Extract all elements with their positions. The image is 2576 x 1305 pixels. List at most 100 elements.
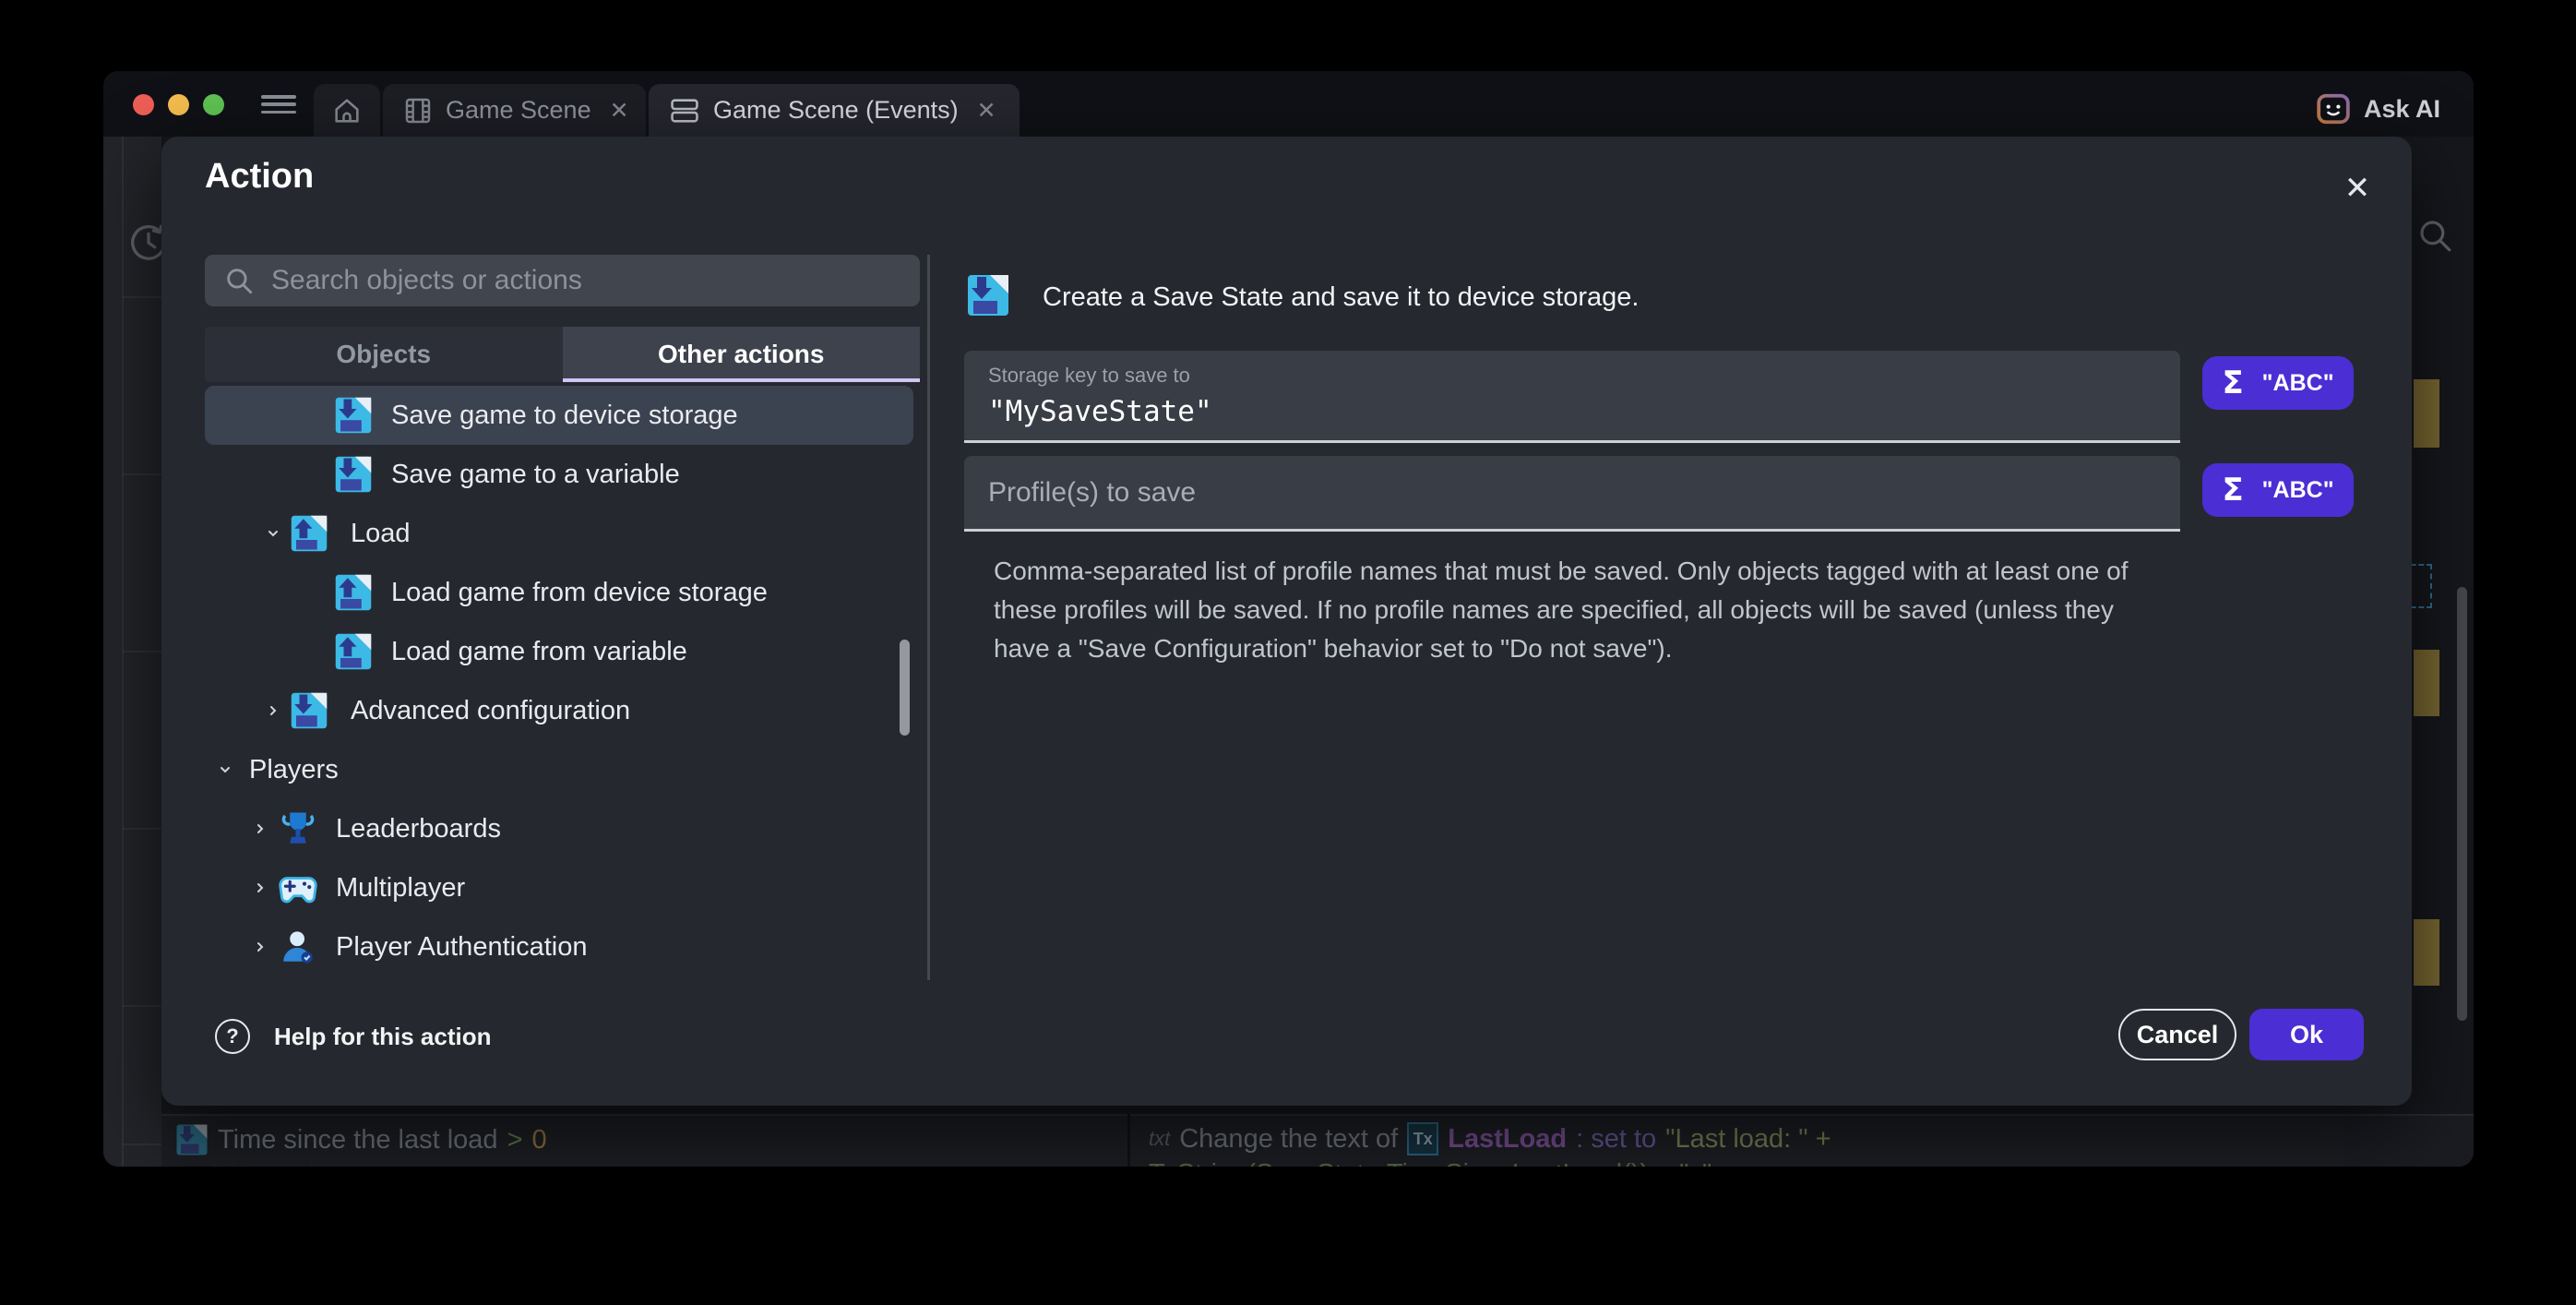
search-icon: [223, 265, 255, 296]
field-label: Storage key to save to: [988, 364, 2180, 388]
save-icon: [175, 1122, 209, 1157]
tree-item-save-game-to-device-storage[interactable]: Save game to device storage: [205, 386, 913, 445]
tree-item-load-game-from-device-storage[interactable]: Load game from device storage: [205, 563, 913, 622]
tree-scrollbar-thumb[interactable]: [900, 640, 910, 736]
condition-value: 0: [532, 1125, 547, 1155]
tree-item-load-game-from-variable[interactable]: Load game from variable: [205, 622, 913, 681]
load-icon: [334, 572, 373, 613]
abc-label: "ABC": [2262, 477, 2334, 504]
dialog-tab-bar: Objects Other actions: [205, 327, 920, 382]
search-placeholder: Search objects or actions: [271, 265, 582, 296]
tree-item-label: Save game to a variable: [391, 460, 680, 490]
tab-other-actions[interactable]: Other actions: [563, 327, 921, 382]
hamburger-menu-icon[interactable]: [261, 95, 296, 114]
tab-label: Game Scene (Events): [713, 96, 959, 125]
field-value: "MySaveState": [988, 395, 2180, 428]
active-tab-underline: [563, 378, 921, 382]
tab-label: Game Scene: [446, 96, 591, 125]
macos-minimize-button[interactable]: [168, 94, 189, 115]
load-icon: [290, 513, 328, 554]
window-tab-bar: Game Scene ✕ Game Scene (Events) ✕: [103, 71, 2474, 137]
ask-ai-button[interactable]: Ask AI: [2316, 91, 2440, 126]
profiles-field[interactable]: Profile(s) to save: [964, 456, 2180, 532]
chevron-right-icon[interactable]: [264, 703, 282, 718]
event-marker: [2414, 650, 2439, 716]
close-tab-icon[interactable]: ✕: [610, 97, 629, 125]
condition-text: Time since the last load: [218, 1125, 498, 1155]
cancel-button[interactable]: Cancel: [2118, 1009, 2236, 1060]
help-label: Help for this action: [274, 1023, 491, 1051]
condition-operator: >: [507, 1125, 523, 1155]
tree-item-label: Leaderboards: [336, 814, 501, 844]
tree-group-players[interactable]: Players: [205, 740, 913, 799]
tree-category-load[interactable]: Load: [205, 504, 913, 563]
text-object-icon: Tx: [1407, 1122, 1438, 1155]
tab-game-scene[interactable]: Game Scene ✕: [383, 84, 646, 137]
macos-zoom-button[interactable]: [203, 94, 224, 115]
field-label: Profile(s) to save: [988, 477, 1196, 509]
events-scrollbar-thumb[interactable]: [2457, 587, 2467, 1021]
action-operator: : set to: [1576, 1124, 1656, 1155]
tree-category-multiplayer[interactable]: Multiplayer: [205, 858, 913, 917]
tree-category-leaderboards[interactable]: Leaderboards: [205, 799, 913, 858]
ask-ai-label: Ask AI: [2364, 95, 2440, 124]
expression-builder-button[interactable]: Σ "ABC": [2202, 463, 2354, 517]
save-icon: [334, 395, 373, 436]
chevron-right-icon[interactable]: [251, 940, 269, 954]
action-cell[interactable]: txt Change the text of Tx LastLoad : set…: [1149, 1122, 1831, 1155]
expression-builder-button[interactable]: Σ "ABC": [2202, 356, 2354, 410]
macos-close-button[interactable]: [133, 94, 154, 115]
tree-category-advanced-configuration[interactable]: Advanced configuration: [205, 681, 913, 740]
save-icon: [966, 271, 1010, 319]
abc-label: "ABC": [2262, 370, 2334, 397]
tab-objects[interactable]: Objects: [205, 327, 563, 382]
condition-action-divider: [1127, 1114, 1130, 1167]
action-description: Create a Save State and save it to devic…: [1043, 282, 1639, 313]
row-line: [123, 473, 161, 475]
event-marker: [2414, 919, 2439, 986]
tree-category-player-authentication[interactable]: Player Authentication: [205, 917, 913, 976]
condition-cell[interactable]: Time since the last load > 0: [175, 1122, 547, 1157]
field-help-text: Comma-separated list of profile names th…: [994, 552, 2145, 668]
tree-item-label: Players: [249, 755, 339, 785]
ok-button[interactable]: Ok: [2249, 1009, 2364, 1060]
tree-item-label: Load: [351, 519, 411, 549]
tab-label: Other actions: [658, 340, 824, 369]
dialog-close-button[interactable]: ✕: [2332, 162, 2383, 214]
tab-home[interactable]: [314, 84, 380, 137]
chevron-down-icon[interactable]: [264, 526, 282, 541]
row-line: [123, 828, 161, 830]
save-icon: [290, 690, 328, 731]
actions-tree: Save game to device storage Save game to…: [205, 386, 913, 981]
event-marker: [2414, 379, 2439, 448]
storage-key-field[interactable]: Storage key to save to "MySaveState": [964, 351, 2180, 443]
help-for-this-action-link[interactable]: ? Help for this action: [215, 1019, 491, 1054]
tree-item-label: Load game from variable: [391, 637, 687, 667]
close-tab-icon[interactable]: ✕: [977, 97, 996, 125]
row-line: [123, 1143, 161, 1145]
chevron-down-icon[interactable]: [216, 762, 234, 777]
load-icon: [334, 631, 373, 672]
row-line: [123, 1005, 161, 1007]
scene-icon: [403, 96, 433, 126]
gamepad-icon: [279, 868, 317, 908]
action-string-value: "Last load: " +: [1665, 1124, 1831, 1155]
search-icon[interactable]: [2415, 216, 2454, 255]
action-dialog: Action ✕ Search objects or actions Objec…: [161, 137, 2412, 1106]
text-action-icon: txt: [1149, 1127, 1170, 1151]
tree-item-label: Save game to device storage: [391, 401, 738, 431]
app-window: Game Scene ✕ Game Scene (Events) ✕: [103, 71, 2474, 1167]
tab-game-scene-events[interactable]: Game Scene (Events) ✕: [649, 84, 1020, 137]
sigma-icon: Σ: [2222, 472, 2243, 509]
row-line: [123, 651, 161, 652]
save-icon: [334, 454, 373, 495]
tree-item-label: Advanced configuration: [351, 696, 630, 726]
tree-item-save-game-to-variable[interactable]: Save game to a variable: [205, 445, 913, 504]
clipped-expression-line: ToString(SaveState.TimeSinceLastLoad()) …: [1149, 1159, 1711, 1167]
chevron-right-icon[interactable]: [251, 880, 269, 895]
home-icon: [331, 95, 363, 126]
tree-item-label: Load game from device storage: [391, 578, 768, 608]
search-input[interactable]: Search objects or actions: [205, 255, 920, 306]
panel-divider[interactable]: [927, 255, 930, 980]
chevron-right-icon[interactable]: [251, 821, 269, 836]
